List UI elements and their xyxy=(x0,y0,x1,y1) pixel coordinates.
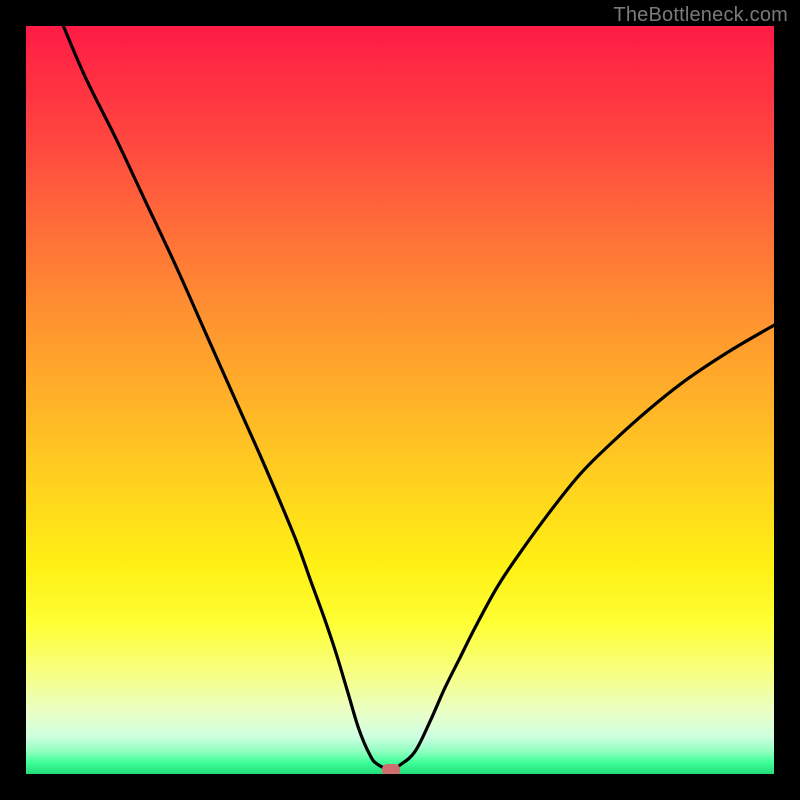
plot-area xyxy=(26,26,774,774)
bottleneck-curve xyxy=(26,26,774,774)
minimum-marker xyxy=(382,764,400,775)
watermark-text: TheBottleneck.com xyxy=(613,4,788,27)
chart-frame: TheBottleneck.com xyxy=(0,0,800,800)
